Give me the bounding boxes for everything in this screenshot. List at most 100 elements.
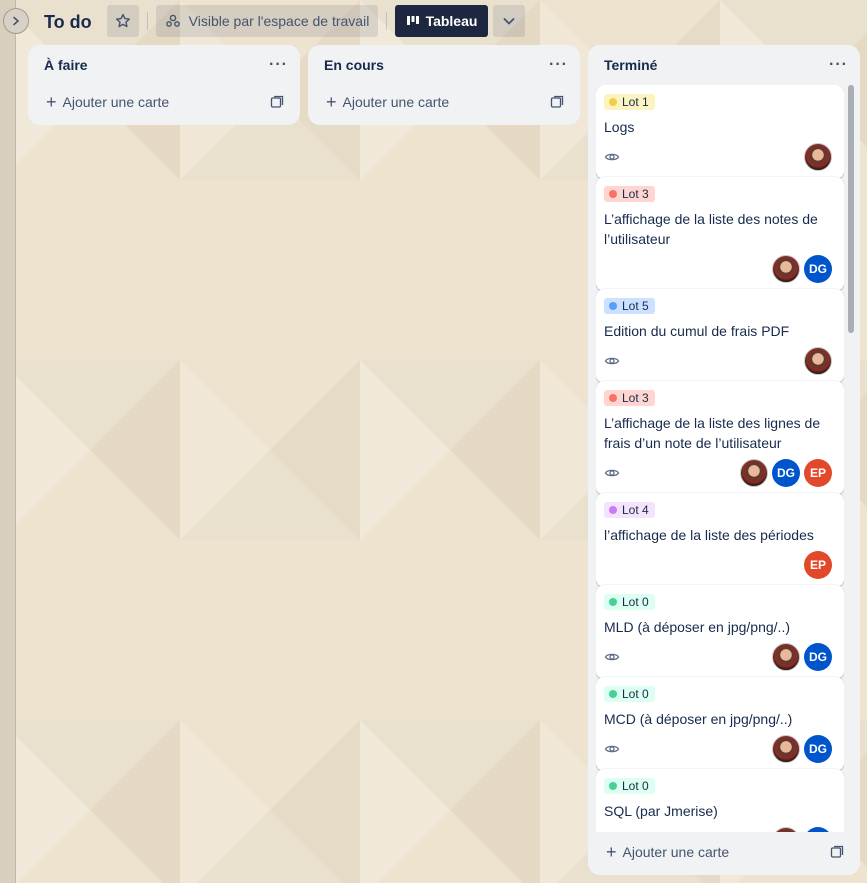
more-icon[interactable]: ··· [829, 56, 848, 74]
label-dot [609, 302, 617, 310]
header-divider [386, 12, 387, 30]
card-badges: DG [604, 827, 832, 832]
card-members: DG EP [740, 459, 832, 487]
add-card-button[interactable]: + Ajouter une carte [316, 85, 572, 119]
card[interactable]: Lot 5 Edition du cumul de frais PDF [596, 289, 844, 383]
label-dot [609, 782, 617, 790]
card-label[interactable]: Lot 5 [604, 298, 655, 314]
card-label-text: Lot 3 [622, 187, 649, 201]
eye-icon [604, 741, 620, 757]
add-card-label: Ajouter une carte [622, 844, 730, 860]
member-avatar[interactable]: EP [804, 551, 832, 579]
view-switcher-button[interactable] [493, 5, 525, 37]
member-avatar[interactable]: DG [772, 459, 800, 487]
member-avatar-photo[interactable] [740, 459, 768, 487]
add-card-label: Ajouter une carte [62, 94, 170, 110]
header-divider [147, 12, 148, 30]
list-title[interactable]: À faire [44, 57, 88, 73]
card-label-text: Lot 5 [622, 299, 649, 313]
card-label[interactable]: Lot 0 [604, 594, 655, 610]
template-icon[interactable] [550, 95, 564, 109]
card-label-text: Lot 3 [622, 391, 649, 405]
scrollbar-thumb[interactable] [848, 85, 854, 333]
plus-icon: + [46, 92, 57, 112]
label-dot [609, 690, 617, 698]
sidebar-collapsed-edge [0, 0, 16, 883]
card-badges: DG [604, 255, 832, 283]
star-board-button[interactable] [107, 5, 139, 37]
list-header: À faire ··· [28, 45, 300, 85]
card-badges: DG EP [604, 459, 832, 487]
member-avatar-photo[interactable] [804, 143, 832, 171]
member-avatar-photo[interactable] [772, 735, 800, 763]
member-avatar[interactable]: EP [804, 459, 832, 487]
member-avatar-photo[interactable] [772, 827, 800, 832]
card-members: EP [804, 551, 832, 579]
card-badges [604, 347, 832, 375]
card[interactable]: Lot 0 MCD (à déposer en jpg/png/..) DG [596, 677, 844, 771]
member-avatar[interactable]: DG [804, 255, 832, 283]
card-label[interactable]: Lot 0 [604, 686, 655, 702]
board-view-button[interactable]: Tableau [395, 5, 488, 37]
card-members [804, 143, 832, 171]
label-dot [609, 598, 617, 606]
card-title: SQL (par Jmerise) [604, 803, 718, 819]
card-members: DG [772, 643, 832, 671]
visibility-button[interactable]: Visible par l'espace de travail [156, 5, 378, 37]
card-members: DG [772, 735, 832, 763]
card-badges: EP [604, 551, 832, 579]
list-title[interactable]: En cours [324, 57, 384, 73]
card-label[interactable]: Lot 3 [604, 390, 655, 406]
member-avatar[interactable]: DG [804, 735, 832, 763]
add-card-button[interactable]: + Ajouter une carte [36, 85, 292, 119]
card-badges: DG [604, 735, 832, 763]
card-badges [604, 143, 832, 171]
list-en-cours: En cours ··· + Ajouter une carte [308, 45, 580, 125]
card-label[interactable]: Lot 4 [604, 502, 655, 518]
plus-icon: + [326, 92, 337, 112]
member-avatar-photo[interactable] [772, 255, 800, 283]
template-icon[interactable] [270, 95, 284, 109]
expand-sidebar-button[interactable] [3, 8, 29, 34]
card[interactable]: Lot 3 L’affichage de la liste des notes d… [596, 177, 844, 291]
list-scrollbar[interactable] [847, 85, 855, 875]
card-title: MLD (à déposer en jpg/png/..) [604, 619, 790, 635]
card-members: DG [772, 255, 832, 283]
card[interactable]: Lot 0 MLD (à déposer en jpg/png/..) DG [596, 585, 844, 679]
card[interactable]: Lot 3 L’affichage de la liste des lignes … [596, 381, 844, 495]
card[interactable]: Lot 1 Logs [596, 85, 844, 179]
card[interactable]: Lot 0 SQL (par Jmerise) DG [596, 769, 844, 832]
card-members [804, 347, 832, 375]
card-title: Edition du cumul de frais PDF [604, 323, 790, 339]
card-label-text: Lot 0 [622, 595, 649, 609]
list-title[interactable]: Terminé [604, 57, 657, 73]
workspace-icon [165, 14, 180, 27]
eye-icon [604, 465, 620, 481]
card-label[interactable]: Lot 3 [604, 186, 655, 202]
more-icon[interactable]: ··· [269, 56, 288, 74]
list-header: Terminé ··· [588, 45, 860, 85]
board-title[interactable]: To do [44, 9, 92, 35]
card-label[interactable]: Lot 1 [604, 94, 655, 110]
list-termine: Terminé ··· Lot 1 Logs Lot 3 L’affichage de… [588, 45, 860, 875]
star-icon [116, 13, 130, 28]
card-label[interactable]: Lot 0 [604, 778, 655, 794]
member-avatar-photo[interactable] [804, 347, 832, 375]
chevron-right-icon [13, 16, 20, 26]
label-dot [609, 98, 617, 106]
member-avatar[interactable]: DG [804, 827, 832, 832]
card[interactable]: Lot 4 l’affichage de la liste des période… [596, 493, 844, 587]
more-icon[interactable]: ··· [549, 56, 568, 74]
add-card-button[interactable]: + Ajouter une carte [596, 835, 852, 869]
list-header: En cours ··· [308, 45, 580, 85]
member-avatar[interactable]: DG [804, 643, 832, 671]
template-icon[interactable] [830, 845, 844, 859]
card-title: MCD (à déposer en jpg/png/..) [604, 711, 793, 727]
card-title: L’affichage de la liste des notes de l’u… [604, 211, 818, 247]
board-view-label: Tableau [425, 13, 478, 29]
add-card-label: Ajouter une carte [342, 94, 450, 110]
eye-icon [604, 353, 620, 369]
card-label-text: Lot 0 [622, 779, 649, 793]
member-avatar-photo[interactable] [772, 643, 800, 671]
eye-icon [604, 149, 620, 165]
